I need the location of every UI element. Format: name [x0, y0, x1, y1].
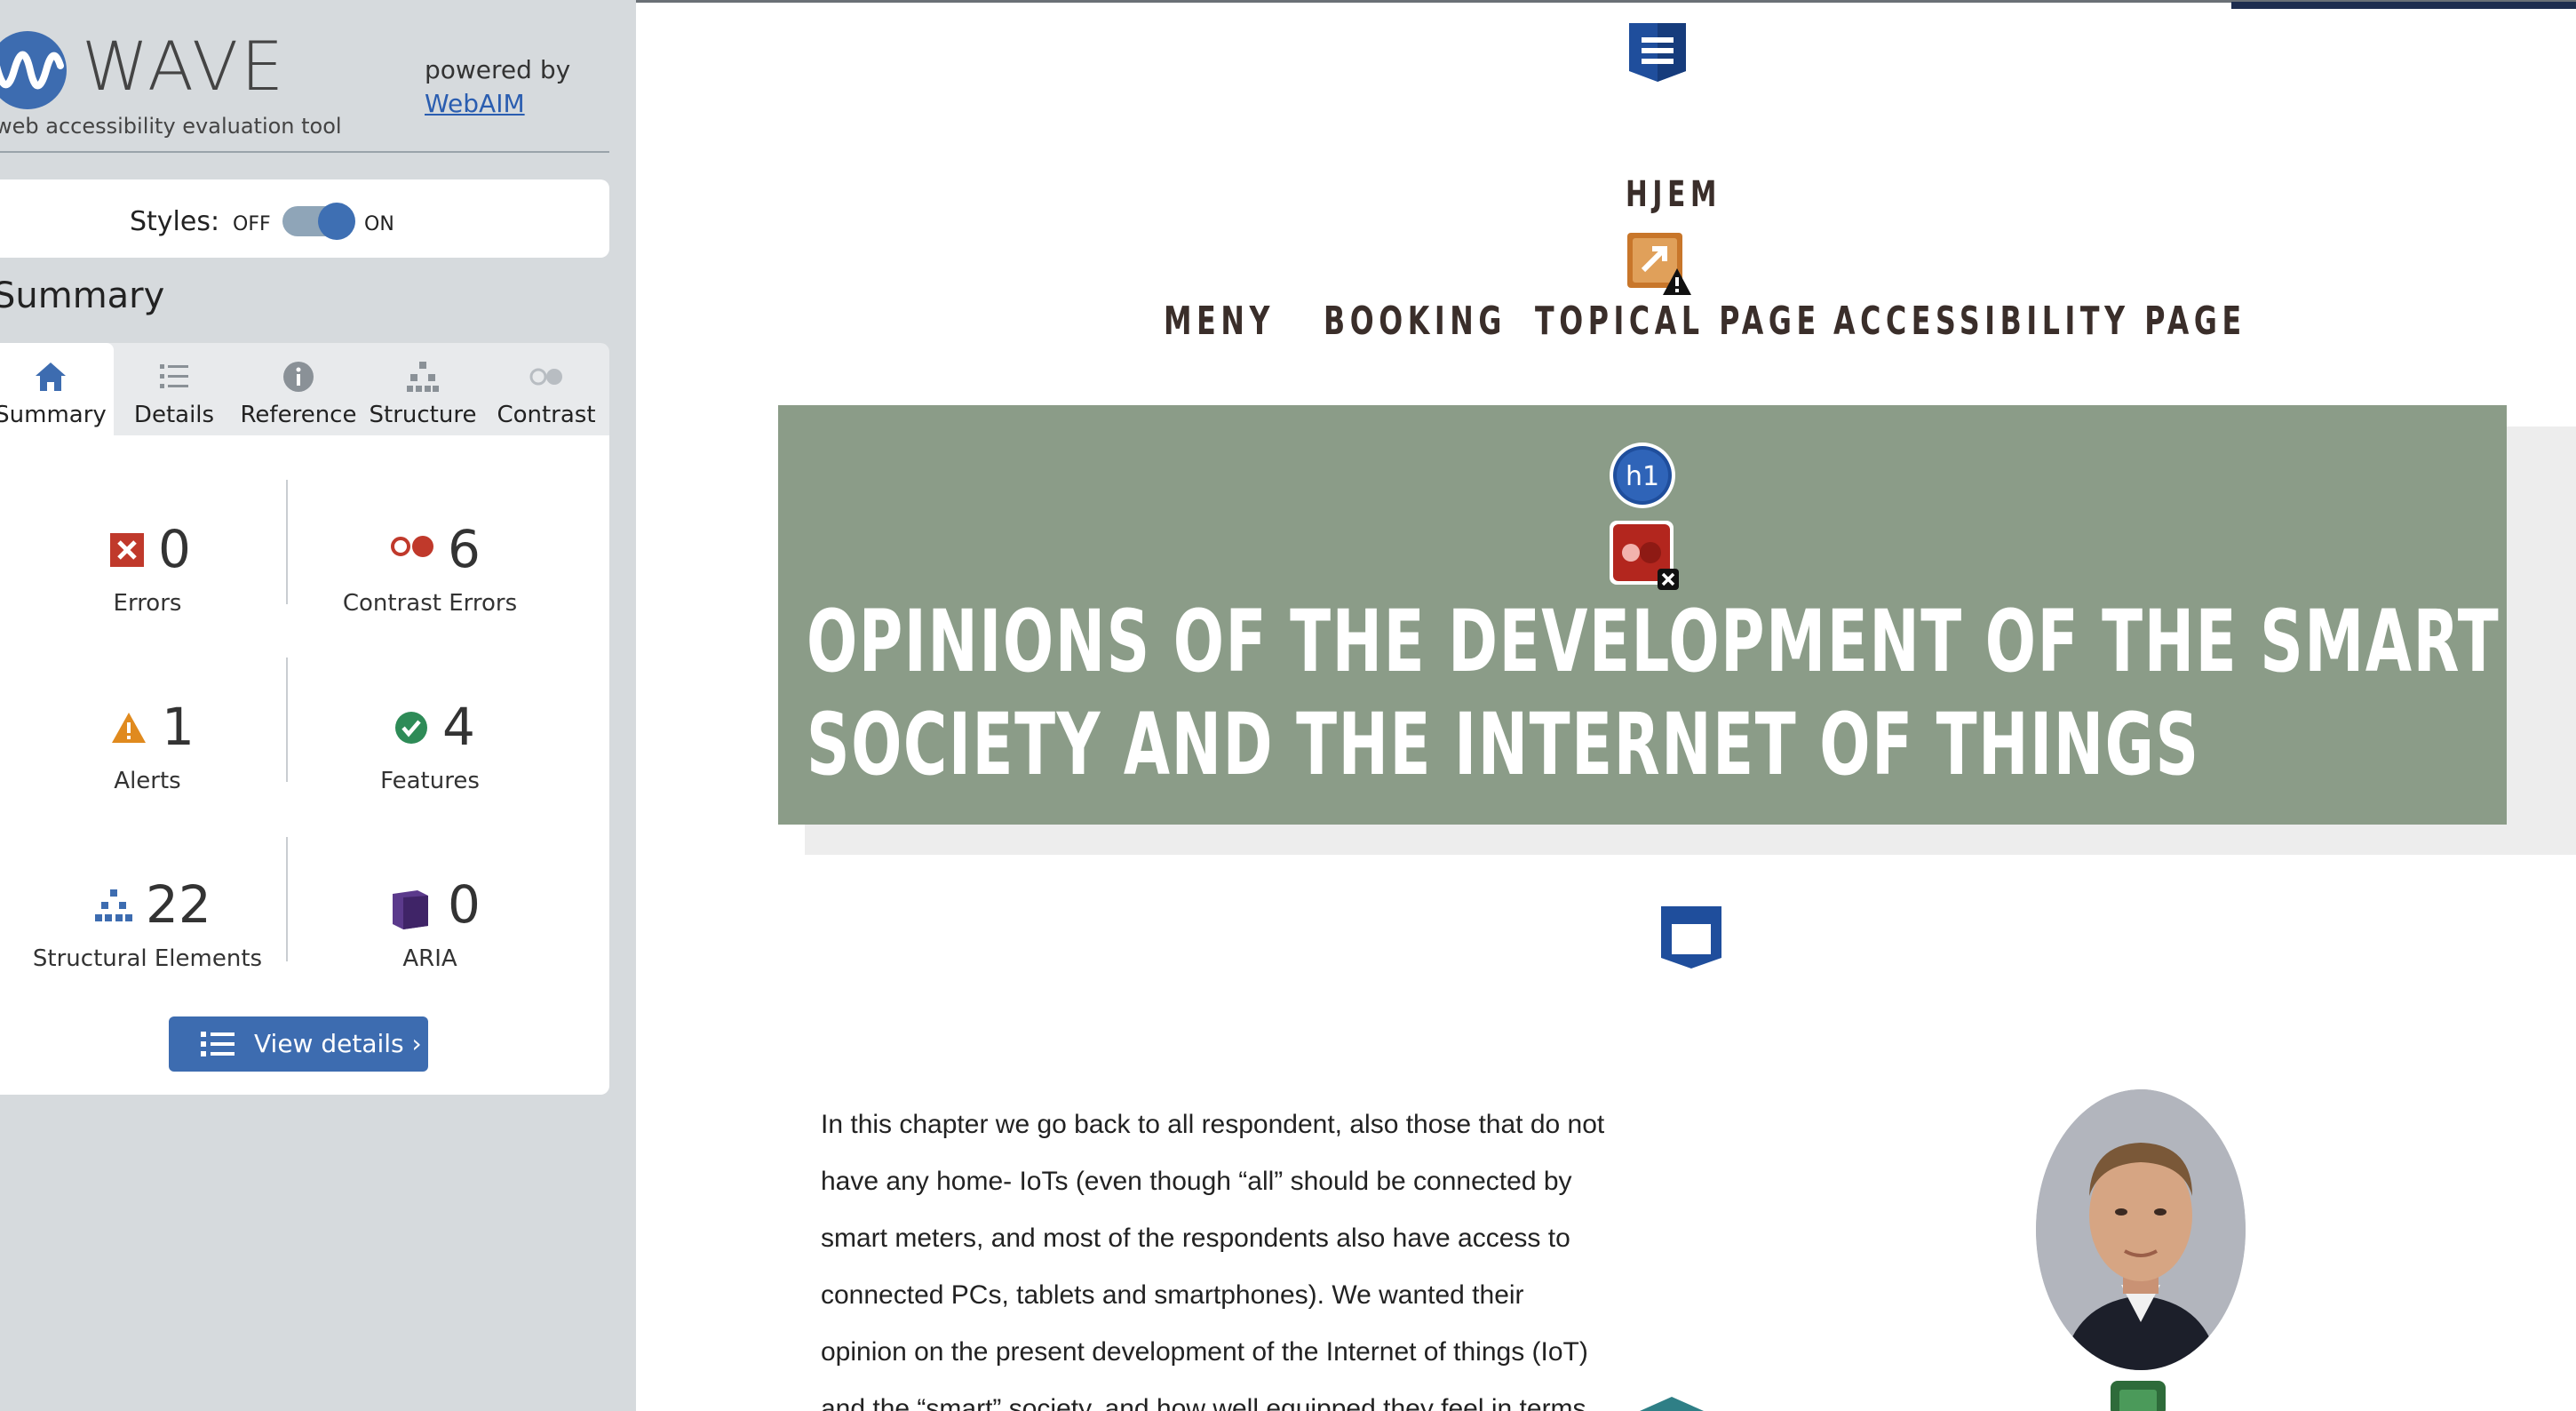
stat-divider	[286, 480, 288, 604]
alerts-count: 1	[162, 697, 195, 757]
body-line: connected PCs, tablets and smartphones).…	[821, 1280, 1524, 1310]
tab-label: Summary	[0, 402, 107, 428]
list-icon	[160, 364, 188, 388]
wave-brand: WAVE web accessibility evaluation tool p…	[0, 0, 609, 153]
errors-count: 0	[158, 519, 191, 579]
features-count: 4	[442, 697, 475, 757]
body-line: In this chapter we go back to all respon…	[821, 1110, 1605, 1139]
contrast-icon	[529, 368, 562, 386]
nav-item-booking[interactable]: BOOKING	[1324, 299, 1507, 344]
main-region-icon[interactable]	[1659, 905, 1723, 970]
page-title-line: OPINIONS OF THE DEVELOPMENT OF THE SMART	[807, 592, 2500, 691]
powered-by-label: powered by	[425, 55, 571, 84]
article-body: In this chapter we go back to all respon…	[821, 1096, 1674, 1411]
h1-badge-label: h1	[1626, 461, 1659, 492]
stat-divider	[286, 837, 288, 961]
structural-count: 22	[146, 874, 211, 935]
aria-label: ARIA	[402, 945, 457, 972]
tab-label: Contrast	[497, 402, 596, 428]
section-heading: Summary	[0, 275, 165, 316]
styles-toggle-panel: Styles: OFF ON	[0, 179, 609, 258]
contrast-error-icon	[391, 536, 433, 557]
body-line: smart meters, and most of the respondent…	[821, 1224, 1570, 1253]
nav-item-accessibility-page[interactable]: ACCESSIBILITY PAGE	[1833, 299, 2246, 344]
page-title-line: SOCIETY AND THE INTERNET OF THINGS	[807, 695, 2200, 794]
body-line: and the “smart” society, and how well eq…	[821, 1394, 1586, 1411]
wave-title: WAVE	[82, 27, 287, 106]
list-icon	[201, 1032, 235, 1056]
features-label: Features	[380, 768, 480, 794]
page-title: OPINIONS OF THE DEVELOPMENT OF THE SMART…	[807, 590, 2500, 796]
summary-panel: 0 Errors 6 Contrast Errors 1 Alerts 4 Fe…	[0, 435, 609, 1095]
page-top-bar	[2231, 2, 2576, 9]
stat-divider	[286, 658, 288, 782]
tab-label: Details	[133, 402, 215, 428]
home-icon	[36, 363, 66, 391]
h1-heading-icon[interactable]: h1	[1608, 441, 1677, 510]
tab-summary[interactable]: Summary	[0, 343, 114, 435]
error-icon	[110, 533, 144, 567]
structure-icon	[95, 889, 132, 921]
aria-icon	[393, 890, 428, 929]
tab-label: Reference	[240, 402, 357, 428]
image-alt-icon[interactable]	[2109, 1379, 2167, 1411]
styles-toggle[interactable]	[282, 203, 355, 240]
alerts-label: Alerts	[114, 768, 181, 794]
wave-subtitle: web accessibility evaluation tool	[0, 114, 342, 139]
nav-item-topical-page[interactable]: TOPICAL PAGE	[1535, 299, 1821, 344]
wave-logo-icon	[0, 31, 67, 109]
author-portrait	[2036, 1089, 2246, 1370]
contrast-errors-label: Contrast Errors	[342, 590, 518, 617]
hierarchy-icon	[407, 362, 439, 392]
feature-check-icon	[395, 712, 427, 744]
info-icon	[283, 362, 314, 392]
alert-icon	[112, 713, 146, 743]
wave-sidebar: WAVE web accessibility evaluation tool p…	[0, 0, 636, 1411]
view-details-button[interactable]: View details ›	[169, 1016, 428, 1072]
styles-toggle-knob[interactable]	[318, 203, 355, 240]
body-line: have any home- IoTs (even though “all” s…	[821, 1167, 1572, 1196]
feature-region-icon[interactable]	[1636, 1397, 1707, 1411]
structural-label: Structural Elements	[32, 945, 263, 972]
styles-on-label: ON	[364, 213, 394, 235]
errors-label: Errors	[113, 590, 182, 617]
body-line: opinion on the present development of th…	[821, 1337, 1588, 1367]
webaim-link[interactable]: WebAIM	[425, 89, 525, 118]
tab-contrast[interactable]: Contrast	[487, 343, 606, 435]
tab-label: Structure	[369, 402, 477, 428]
styles-label: Styles:	[130, 206, 220, 237]
contrast-error-icon[interactable]	[1608, 519, 1681, 592]
styles-off-label: OFF	[233, 213, 271, 235]
tab-details[interactable]: Details	[115, 343, 233, 435]
link-alert-icon[interactable]	[1626, 229, 1693, 297]
aria-count: 0	[448, 874, 481, 935]
tab-reference[interactable]: Reference	[236, 343, 361, 435]
contrast-errors-count: 6	[448, 519, 481, 579]
tab-structure[interactable]: Structure	[362, 343, 483, 435]
portrait-image	[2036, 1089, 2246, 1370]
nav-home-link[interactable]: HJEM	[1626, 174, 1721, 215]
wave-tabs: Summary Details Reference Structure Cont…	[0, 343, 609, 435]
nav-item-meny[interactable]: MENY	[1164, 299, 1275, 344]
view-details-label: View details ›	[254, 1029, 422, 1058]
header-region-icon[interactable]	[1626, 20, 1690, 84]
